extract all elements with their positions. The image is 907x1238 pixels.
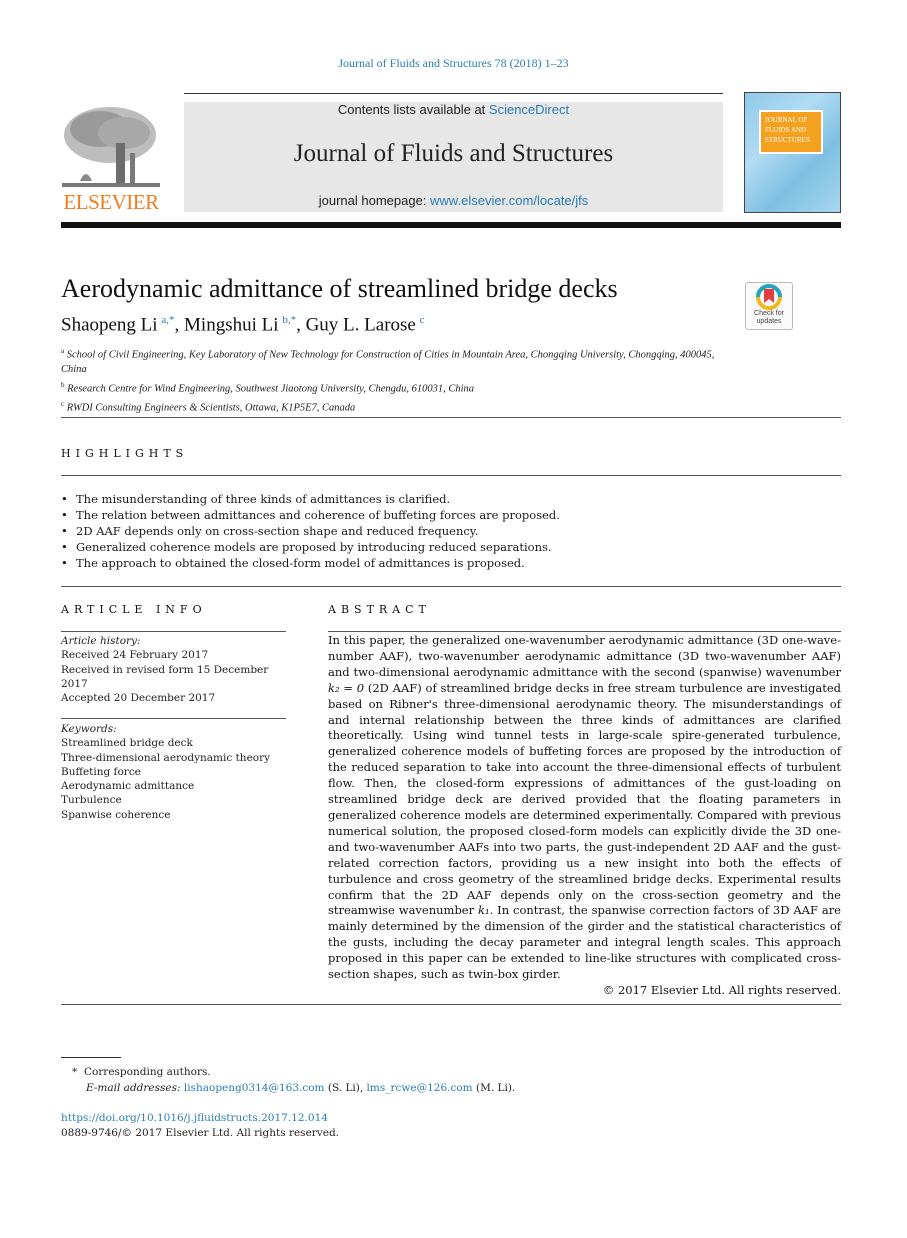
abstract-body: In this paper, the generalized one-waven…: [328, 633, 841, 999]
keyword: Buffeting force: [61, 765, 141, 778]
header-divider: [61, 222, 841, 228]
homepage-link[interactable]: www.elsevier.com/locate/jfs: [430, 193, 588, 208]
author-name[interactable]: Shaopeng Li: [61, 314, 158, 335]
sciencedirect-link[interactable]: ScienceDirect: [489, 102, 569, 117]
doi-block: https://doi.org/10.1016/j.jfluidstructs.…: [61, 1111, 339, 1141]
elsevier-logo[interactable]: ELSEVIER: [60, 103, 162, 215]
footnote-mark: *: [72, 1066, 78, 1078]
highlight-item: Generalized coherence models are propose…: [61, 539, 761, 555]
email-owner: (M. Li).: [472, 1082, 516, 1094]
publisher-logo-text: ELSEVIER: [63, 190, 159, 214]
issn-line: 0889-9746/© 2017 Elsevier Ltd. All right…: [61, 1127, 340, 1139]
affiliation-text: RWDI Consulting Engineers & Scientists, …: [66, 402, 356, 413]
homepage-line: journal homepage: www.elsevier.com/locat…: [184, 193, 723, 208]
contents-line: Contents lists available at ScienceDirec…: [184, 102, 723, 117]
tree-icon: [62, 107, 160, 187]
affiliations-divider: [61, 417, 841, 418]
keywords: Keywords: Streamlined bridge deck Three-…: [61, 722, 286, 822]
doi-link[interactable]: https://doi.org/10.1016/j.jfluidstructs.…: [61, 1111, 339, 1126]
affiliation: a School of Civil Engineering, Key Labor…: [61, 344, 721, 378]
keyword: Turbulence: [61, 794, 122, 807]
affiliation: c RWDI Consulting Engineers & Scientists…: [61, 397, 721, 416]
keyword: Streamlined bridge deck: [61, 737, 193, 750]
highlights-divider: [61, 475, 841, 476]
keyword: Three-dimensional aerodynamic theory: [61, 751, 271, 764]
abstract-math: k₂ = 0: [328, 680, 365, 695]
author-affiliation-mark[interactable]: a,*: [161, 314, 174, 326]
footnotes: * Corresponding authors. E-mail addresse…: [72, 1064, 515, 1096]
journal-cover[interactable]: JOURNAL OF FLUIDS AND STRUCTURES: [744, 92, 841, 213]
corresponding-text: Corresponding authors.: [83, 1066, 211, 1078]
abstract-copyright: © 2017 Elsevier Ltd. All rights reserved…: [602, 982, 841, 997]
history-label: Article history:: [61, 635, 141, 647]
author-name[interactable]: Mingshui Li: [184, 314, 278, 335]
highlights-list: The misunderstanding of three kinds of a…: [61, 491, 761, 571]
email-line: E-mail addresses: lishaopeng0314@163.com…: [72, 1080, 515, 1096]
corresponding-note: * Corresponding authors.: [72, 1064, 515, 1080]
email-owner: (S. Li),: [324, 1082, 367, 1094]
highlight-item: 2D AAF depends only on cross-section sha…: [61, 523, 761, 539]
author-affiliation-mark[interactable]: c: [420, 314, 425, 326]
keyword: Spanwise coherence: [61, 808, 171, 821]
cover-title: JOURNAL OF FLUIDS AND STRUCTURES: [759, 110, 823, 154]
abstract-math: k₁: [478, 903, 490, 918]
journal-banner: Contents lists available at ScienceDirec…: [184, 102, 723, 212]
abstract-text: (2D AAF) of streamlined bridge decks in …: [328, 680, 841, 918]
email-link[interactable]: lishaopeng0314@163.com: [184, 1082, 325, 1094]
highlight-item: The approach to obtained the closed-form…: [61, 555, 761, 571]
article-info-divider: [61, 631, 286, 632]
highlights-heading: HIGHLIGHTS: [61, 447, 189, 460]
top-rule: [184, 93, 723, 94]
abstract-heading: ABSTRACT: [328, 603, 431, 616]
abstract-bottom-divider: [61, 1004, 841, 1005]
affiliation-text: Research Centre for Wind Engineering, So…: [67, 383, 475, 394]
author-list: Shaopeng Li a,*, Mingshui Li b,*, Guy L.…: [61, 314, 425, 336]
email-label: E-mail addresses:: [86, 1082, 181, 1094]
keyword: Aerodynamic admittance: [61, 780, 195, 793]
highlight-item: The relation between admittances and coh…: [61, 507, 761, 523]
abstract-divider: [328, 631, 841, 632]
article-info-heading: ARTICLE INFO: [61, 603, 207, 616]
highlight-item: The misunderstanding of three kinds of a…: [61, 491, 761, 507]
homepage-prefix: journal homepage:: [318, 193, 431, 208]
history-accepted: Accepted 20 December 2017: [61, 692, 216, 705]
keywords-label: Keywords:: [61, 723, 117, 735]
check-for-updates-label: Check for updates: [754, 310, 784, 325]
journal-reference[interactable]: Journal of Fluids and Structures 78 (201…: [0, 56, 907, 71]
affiliation-mark: c: [61, 399, 65, 408]
affiliation: b Research Centre for Wind Engineering, …: [61, 378, 721, 397]
journal-title: Journal of Fluids and Structures: [293, 140, 614, 167]
check-for-updates-button[interactable]: Check for updates: [745, 282, 793, 330]
keywords-divider: [61, 718, 286, 719]
history-received: Received 24 February 2017: [61, 649, 209, 662]
contents-prefix: Contents lists available at: [337, 102, 489, 117]
affiliation-text: School of Civil Engineering, Key Laborat…: [61, 349, 715, 376]
article-title: Aerodynamic admittance of streamlined br…: [61, 274, 618, 303]
affiliation-mark: b: [61, 380, 65, 389]
history-revised: Received in revised form 15 December 201…: [61, 663, 269, 690]
affiliations: a School of Civil Engineering, Key Labor…: [61, 344, 721, 416]
author-name[interactable]: Guy L. Larose: [306, 314, 416, 335]
author-affiliation-mark[interactable]: b,*: [282, 314, 296, 326]
highlights-bottom-divider: [61, 586, 841, 587]
abstract-text: In this paper, the generalized one-waven…: [328, 633, 841, 679]
bookmark-icon: [756, 284, 782, 310]
footnote-rule: [61, 1057, 121, 1058]
article-history: Article history: Received 24 February 20…: [61, 634, 286, 705]
affiliation-mark: a: [61, 347, 65, 355]
email-link[interactable]: lms_rcwe@126.com: [367, 1082, 473, 1094]
